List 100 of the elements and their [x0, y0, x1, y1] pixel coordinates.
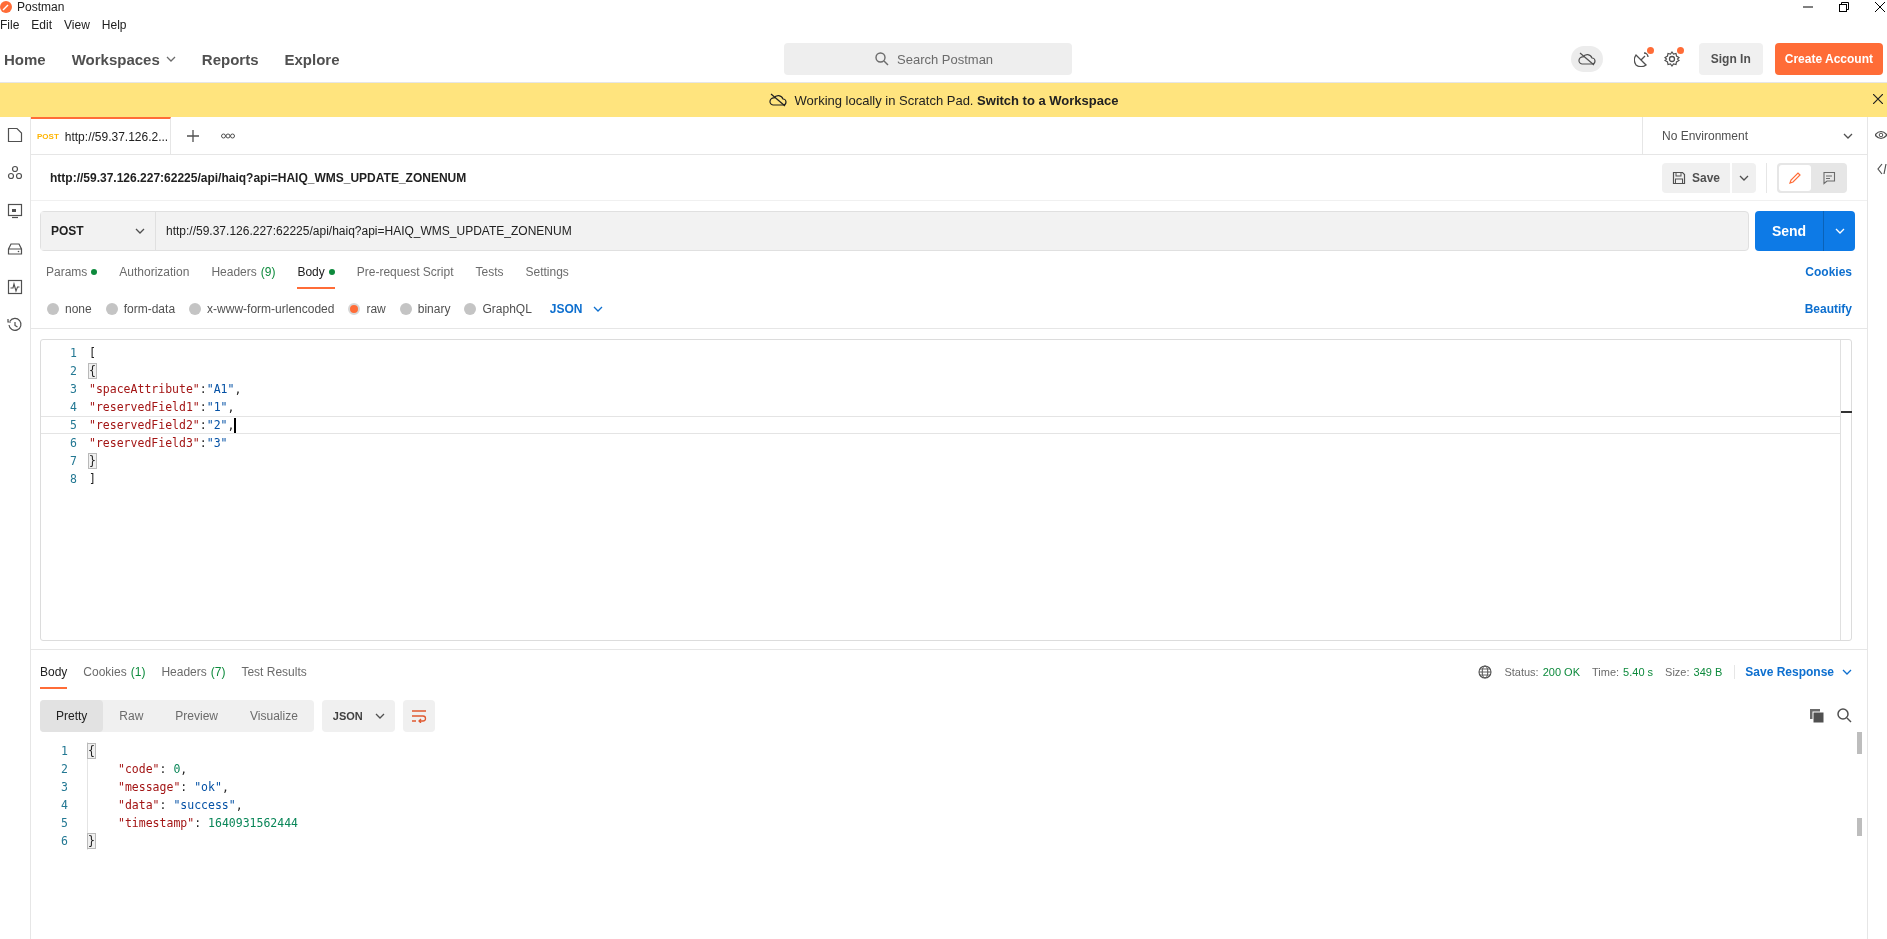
response-tab[interactable]: Cookies (1): [83, 665, 146, 689]
status-value: 200 OK: [1542, 666, 1580, 678]
server-icon[interactable]: [7, 241, 23, 257]
response-tab[interactable]: Body: [40, 665, 68, 689]
close-icon[interactable]: [1875, 2, 1885, 12]
comment-icon: [1822, 170, 1836, 185]
environments-icon[interactable]: [7, 203, 23, 219]
settings-icon[interactable]: [1663, 51, 1680, 67]
code-icon[interactable]: [1877, 163, 1887, 175]
notification-dot: [1646, 47, 1654, 54]
nav-link[interactable]: Home: [4, 50, 46, 68]
view-mode-tab[interactable]: Preview: [159, 700, 235, 732]
request-option-tab[interactable]: Authorization: [119, 265, 190, 289]
request-option-tab[interactable]: Settings: [525, 265, 569, 289]
response-tab[interactable]: Test Results: [241, 665, 307, 689]
code-line: {: [87, 742, 95, 760]
body-type-radio[interactable]: raw: [348, 301, 386, 316]
search-icon: [875, 52, 889, 66]
code-line: "timestamp": 1640931562444: [87, 814, 299, 832]
send-button[interactable]: Send: [1755, 211, 1823, 251]
text-cursor: [234, 417, 237, 433]
history-icon[interactable]: [7, 317, 23, 333]
search-field[interactable]: Search Postman: [784, 43, 1072, 75]
cloud-off-icon[interactable]: [1577, 52, 1596, 66]
request-option-tab[interactable]: Headers (9): [211, 265, 276, 289]
eye-icon[interactable]: [1875, 129, 1887, 141]
body-type-radio[interactable]: GraphQL: [464, 301, 532, 316]
app-logo-icon: [0, 1, 12, 13]
body-type-radio[interactable]: x-www-form-urlencoded: [189, 301, 335, 316]
line-number: 6: [60, 834, 69, 848]
code-line: "message": "ok",: [87, 778, 229, 796]
send-options-button[interactable]: [1823, 211, 1855, 251]
code-editor[interactable]: 1 [ 2 { 3 "spaceAttribute":"A1", 4 "reservedField1":"1", 5 "reservedField2":"2", 6 "reservedField3":"3" 7 } 8 ]: [40, 339, 1852, 641]
status-label: Status:: [1504, 666, 1539, 678]
view-mode-tab[interactable]: Raw: [103, 700, 160, 732]
nav-link[interactable]: Explore: [284, 50, 340, 68]
menu-item[interactable]: Help: [101, 18, 127, 32]
status-label: Size:: [1665, 666, 1690, 678]
caret-icon: [1842, 669, 1852, 675]
format-dropdown[interactable]: JSON: [321, 700, 395, 732]
code-line: "code": 0,: [87, 760, 188, 778]
notification-dot: [1676, 47, 1684, 54]
view-mode-tab[interactable]: Pretty: [40, 700, 104, 732]
nav-link[interactable]: Workspaces: [71, 50, 176, 68]
globe-icon[interactable]: [1478, 665, 1493, 679]
request-option-tab[interactable]: Params: [46, 265, 98, 289]
monitor-icon[interactable]: [7, 279, 23, 295]
request-name: http://59.37.126.227:62225/api/haiq?api=HAIQ_WMS_UPDATE_ZONENUM: [50, 170, 467, 185]
body-type-radio[interactable]: binary: [399, 301, 451, 316]
cookies-link[interactable]: Cookies: [1805, 265, 1852, 289]
menu-item[interactable]: Edit: [31, 18, 53, 32]
menu-item[interactable]: File: [0, 18, 20, 32]
code-line: [: [89, 346, 96, 360]
request-option-tab[interactable]: Body: [297, 265, 335, 289]
response-tab[interactable]: Headers (7): [161, 665, 226, 689]
line-number: 3: [69, 382, 78, 396]
tab-title: http://59.37.126.2...: [64, 129, 169, 144]
line-number: 5: [69, 418, 78, 432]
restore-icon[interactable]: [1839, 2, 1849, 12]
satellite-icon[interactable]: [1633, 51, 1650, 67]
apis-icon[interactable]: [7, 165, 23, 181]
pencil-icon: [1788, 170, 1802, 185]
line-number: 8: [69, 472, 78, 486]
menu-item[interactable]: View: [64, 18, 90, 32]
nav-link[interactable]: Reports: [201, 50, 259, 68]
line-number: 1: [69, 346, 78, 360]
window-title: Postman: [17, 0, 65, 14]
beautify-link[interactable]: Beautify: [1804, 301, 1852, 316]
body-type-radio[interactable]: none: [47, 301, 92, 316]
more-icon[interactable]: [221, 132, 235, 139]
view-mode-tab[interactable]: Visualize: [234, 700, 314, 732]
save-button[interactable]: Save: [1661, 162, 1730, 193]
caret-icon: [1739, 174, 1749, 181]
request-option-tab[interactable]: Tests: [475, 265, 504, 289]
sign-in-button[interactable]: Sign In: [1698, 43, 1763, 75]
wrap-lines-button[interactable]: [402, 700, 435, 732]
status-value: 349 B: [1693, 666, 1723, 678]
scrollbar[interactable]: [1840, 340, 1851, 640]
collections-icon[interactable]: [7, 127, 23, 143]
code-text: "reservedField2":"2",: [89, 418, 235, 432]
line-number: 5: [60, 816, 69, 830]
caret-icon: [1834, 228, 1845, 234]
caret-icon: [374, 713, 385, 719]
plus-icon[interactable]: [187, 129, 199, 142]
edit-button[interactable]: [1779, 164, 1811, 191]
save-response-button[interactable]: Save Response: [1734, 665, 1852, 679]
close-icon[interactable]: [1873, 94, 1883, 104]
request-tab[interactable]: POST http://59.37.126.2...: [31, 117, 171, 154]
body-type-radio[interactable]: form-data: [105, 301, 176, 316]
line-number: 2: [60, 762, 69, 776]
line-number: 3: [60, 780, 69, 794]
request-option-tab[interactable]: Pre-request Script: [356, 265, 454, 289]
code-line: "reservedField3":"3": [89, 436, 228, 450]
line-number: 1: [60, 744, 69, 758]
copy-icon[interactable]: [1809, 708, 1825, 724]
search-icon[interactable]: [1837, 708, 1852, 723]
code-line: "data": "success",: [87, 796, 243, 814]
line-number: 6: [69, 436, 78, 450]
environment-dropdown[interactable]: No Environment: [1642, 117, 1867, 154]
format-dropdown[interactable]: JSON: [549, 301, 603, 316]
